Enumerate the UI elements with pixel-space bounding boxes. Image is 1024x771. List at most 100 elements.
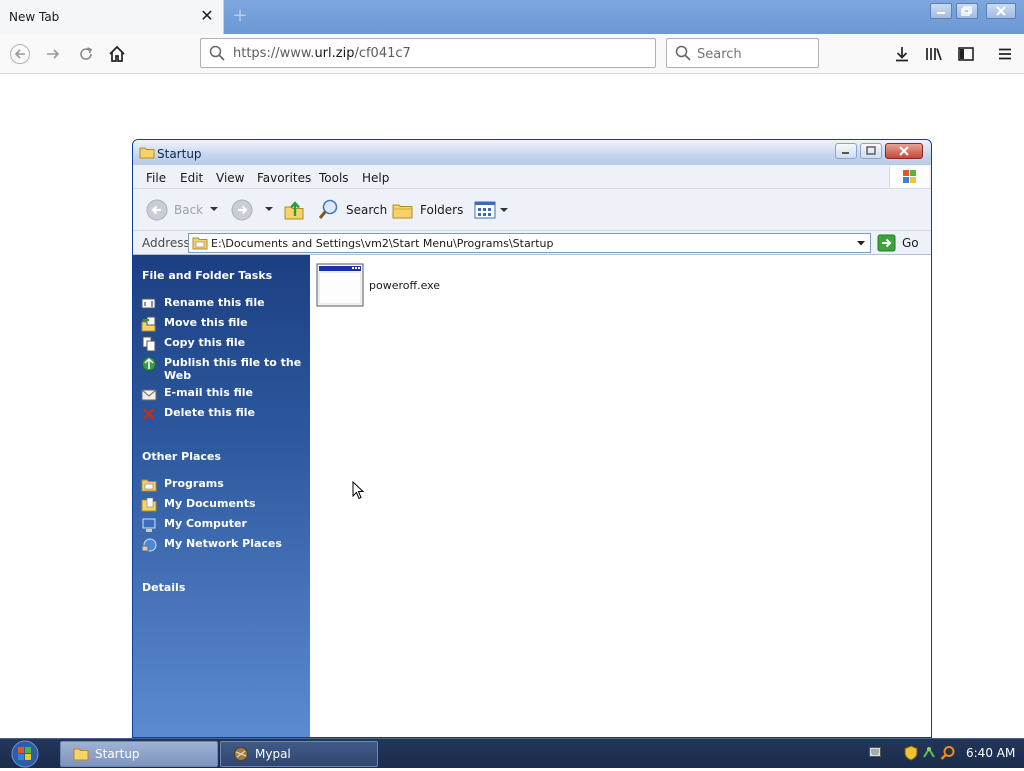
go-arrow-icon — [877, 234, 896, 252]
search-input[interactable]: Search — [666, 38, 819, 68]
start-button[interactable] — [8, 740, 42, 768]
browser-restore-button[interactable] — [956, 3, 978, 19]
file-list-area[interactable]: poweroff.exe — [310, 255, 931, 737]
window-maximize-button[interactable] — [860, 143, 882, 159]
menu-edit[interactable]: Edit — [180, 171, 203, 185]
shield-icon[interactable] — [904, 745, 918, 761]
browser-minimize-button[interactable] — [930, 3, 952, 19]
executable-icon — [316, 263, 364, 307]
copy-icon — [142, 336, 156, 352]
move-file-link[interactable]: Move this file — [141, 316, 306, 332]
search-label: Search — [346, 203, 388, 217]
window-title-bar[interactable]: Startup — [133, 140, 931, 165]
window-close-button[interactable] — [885, 143, 923, 159]
address-label: Address — [142, 236, 190, 250]
folder-icon — [192, 237, 208, 250]
views-button[interactable] — [474, 198, 498, 222]
up-folder-icon — [284, 201, 304, 220]
keyboard-icon[interactable] — [869, 747, 881, 757]
search-placeholder: Search — [697, 47, 742, 62]
menu-file[interactable]: File — [146, 171, 166, 185]
up-folder-button[interactable] — [283, 198, 305, 222]
my-network-places-label: My Network Places — [164, 537, 282, 550]
publish-icon — [142, 357, 156, 371]
reload-icon[interactable] — [72, 40, 100, 68]
views-icon — [474, 201, 496, 219]
back-history-dropdown[interactable] — [210, 207, 218, 211]
programs-label: Programs — [164, 477, 224, 490]
file-name: poweroff.exe — [369, 278, 441, 292]
my-documents-label: My Documents — [164, 497, 256, 510]
search-button[interactable]: Search — [317, 198, 387, 222]
menu-icon[interactable] — [991, 40, 1019, 68]
email-icon — [141, 389, 157, 401]
rename-file-label: Rename this file — [164, 296, 265, 309]
chevron-down-icon — [857, 241, 865, 246]
taskbar-item-label: Mypal — [255, 747, 291, 761]
mypal-browser-icon — [234, 747, 248, 761]
forward-button[interactable] — [231, 198, 253, 222]
taskbar-item-startup[interactable]: Startup — [60, 741, 218, 767]
details-heading[interactable]: Details — [142, 581, 185, 594]
back-button[interactable]: Back — [146, 198, 203, 222]
folder-icon — [141, 479, 157, 492]
folders-icon — [392, 204, 413, 219]
taskbar-item-mypal[interactable]: Mypal — [220, 741, 378, 767]
go-button[interactable]: Go — [877, 233, 919, 253]
my-documents-link[interactable]: My Documents — [141, 497, 306, 513]
url-bar[interactable]: https://www.url.zip/cf041c7 — [200, 38, 656, 68]
tab-close-icon[interactable]: ✕ — [199, 8, 215, 24]
menu-help[interactable]: Help — [362, 171, 389, 185]
email-file-link[interactable]: E-mail this file — [141, 386, 306, 402]
window-minimize-button[interactable] — [835, 143, 857, 159]
search-magnifier-icon[interactable] — [940, 745, 956, 761]
my-network-places-link[interactable]: My Network Places — [141, 537, 306, 553]
address-dropdown-button[interactable] — [853, 235, 869, 251]
programs-link[interactable]: Programs — [141, 477, 306, 493]
my-computer-link[interactable]: My Computer — [141, 517, 306, 533]
browser-close-button[interactable] — [986, 3, 1016, 19]
taskbar: Startup Mypal 6:40 AM — [0, 738, 1024, 768]
task-pane: File and Folder Tasks Rename this file M… — [133, 255, 310, 737]
new-tab-button[interactable]: + — [230, 6, 250, 26]
folders-button[interactable]: Folders — [391, 198, 463, 222]
back-label: Back — [174, 203, 204, 217]
back-arrow-icon[interactable] — [6, 40, 34, 68]
menu-view[interactable]: View — [216, 171, 244, 185]
copy-file-link[interactable]: Copy this file — [141, 336, 306, 352]
forward-history-dropdown[interactable] — [265, 207, 273, 211]
rename-file-link[interactable]: Rename this file — [141, 296, 306, 312]
browser-navigation-bar: https://www.url.zip/cf041c7 Search — [0, 34, 1024, 74]
file-tasks-heading[interactable]: File and Folder Tasks — [142, 269, 272, 282]
windows-logo-icon — [889, 166, 929, 188]
file-item[interactable]: poweroff.exe — [316, 263, 440, 307]
system-tray — [904, 745, 956, 761]
download-icon[interactable] — [888, 40, 916, 68]
clock[interactable]: 6:40 AM — [966, 746, 1015, 760]
move-file-label: Move this file — [164, 316, 248, 329]
delete-file-link[interactable]: Delete this file — [141, 406, 306, 422]
browser-tab-strip: New Tab ✕ + — [0, 0, 1024, 34]
forward-arrow-icon[interactable] — [39, 40, 67, 68]
menu-tools[interactable]: Tools — [319, 171, 349, 185]
menu-bar: File Edit View Favorites Tools Help — [133, 165, 931, 189]
url-text[interactable]: https://www.url.zip/cf041c7 — [233, 46, 411, 61]
browser-tab[interactable]: New Tab ✕ — [0, 0, 224, 34]
home-icon[interactable] — [103, 40, 131, 68]
views-dropdown[interactable] — [500, 208, 508, 212]
address-input[interactable]: E:\Documents and Settings\vm2\Start Menu… — [188, 233, 871, 253]
copy-file-label: Copy this file — [164, 336, 246, 349]
my-documents-icon — [141, 497, 157, 512]
back-arrow-icon — [146, 199, 168, 221]
search-icon — [209, 45, 225, 61]
other-places-heading[interactable]: Other Places — [142, 450, 221, 463]
sidebar-icon[interactable] — [952, 40, 980, 68]
network-icon[interactable] — [922, 745, 936, 761]
address-path: E:\Documents and Settings\vm2\Start Menu… — [211, 237, 554, 250]
publish-file-link[interactable]: Publish this file to the Web — [141, 356, 306, 382]
search-icon — [318, 199, 338, 219]
network-places-icon — [141, 538, 157, 552]
window-title: Startup — [157, 147, 202, 161]
menu-favorites[interactable]: Favorites — [257, 171, 311, 185]
library-icon[interactable] — [920, 40, 948, 68]
